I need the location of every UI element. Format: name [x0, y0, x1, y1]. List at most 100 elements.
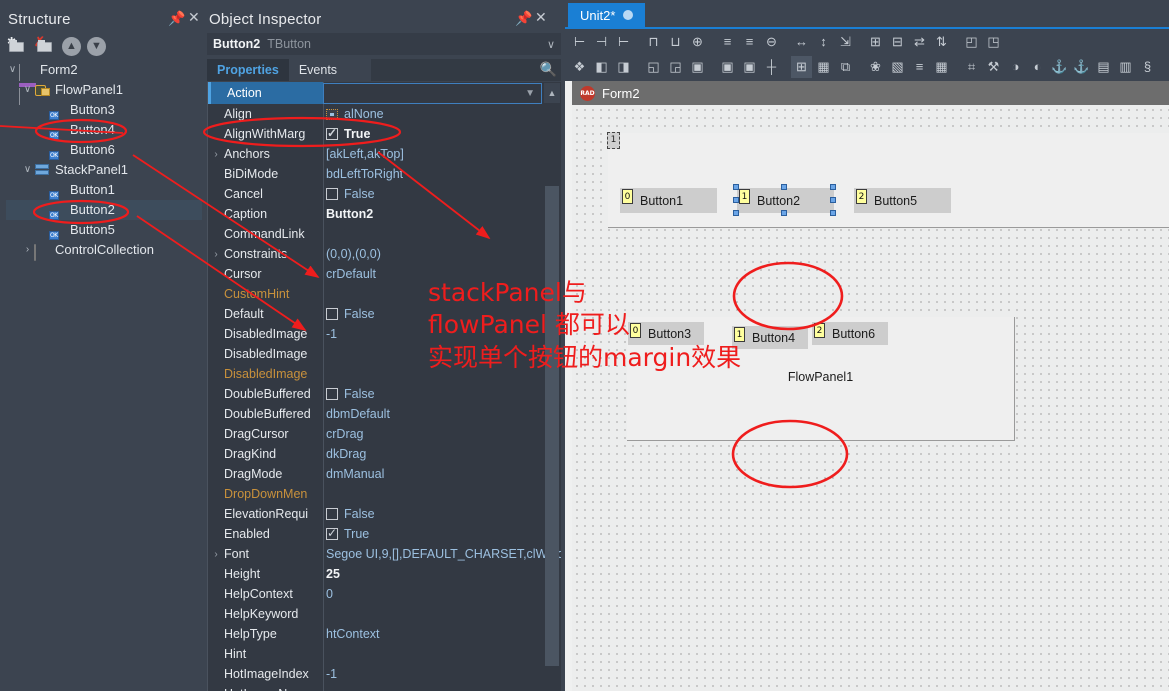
- center-vert-icon[interactable]: ▣: [739, 56, 760, 78]
- designer-button-Button3[interactable]: 0 Button3: [628, 322, 704, 345]
- property-value[interactable]: alNone: [324, 107, 561, 121]
- property-row-font[interactable]: ›FontSegoe UI,9,[],DEFAULT_CHARSET,clWin…: [208, 544, 561, 564]
- size-width-icon[interactable]: ↔: [791, 31, 812, 53]
- delete-item-button[interactable]: ✗: [34, 36, 56, 56]
- align-center-icon[interactable]: ⊢: [613, 31, 634, 53]
- tab-properties[interactable]: Properties: [207, 59, 289, 81]
- property-grid[interactable]: Action ▼ ▲ AlignalNoneAlignWithMargTrue›…: [207, 82, 561, 691]
- close-icon[interactable]: ✕: [535, 10, 547, 24]
- action-combobox[interactable]: ▼: [323, 83, 542, 104]
- checkbox-unchecked-icon[interactable]: [326, 188, 338, 200]
- property-value[interactable]: crDrag: [324, 427, 561, 441]
- checkbox-unchecked-icon[interactable]: [326, 388, 338, 400]
- tree-item-button2[interactable]: OKButton2: [6, 200, 202, 220]
- property-row-helptype[interactable]: HelpTypehtContext: [208, 624, 561, 644]
- designer-button-Button4[interactable]: 1 Button4: [732, 326, 808, 349]
- property-value[interactable]: dbmDefault: [324, 407, 561, 421]
- property-row-align[interactable]: AlignalNone: [208, 104, 561, 124]
- structure-tree[interactable]: ∨Form2∨FlowPanel1OKButton3OKButton4OKBut…: [6, 60, 202, 240]
- property-row-helpcontext[interactable]: HelpContext0: [208, 584, 561, 604]
- scale-icon[interactable]: ⇲: [835, 31, 856, 53]
- tree-item-button3[interactable]: OKButton3: [6, 100, 202, 120]
- new-item-button[interactable]: ✱: [6, 36, 28, 56]
- center-window-icon[interactable]: ⊖: [761, 31, 782, 53]
- inspector-search[interactable]: 🔍: [371, 59, 561, 81]
- chevron-icon[interactable]: ∨: [21, 160, 34, 180]
- search-input[interactable]: [371, 59, 561, 81]
- tree-item-button5[interactable]: OKButton5: [6, 220, 202, 240]
- property-value[interactable]: dkDrag: [324, 447, 561, 461]
- send-to-back-icon[interactable]: ◳: [983, 31, 1004, 53]
- tab-order-icon[interactable]: ⊞: [865, 31, 886, 53]
- move-up-button[interactable]: ▲: [62, 37, 81, 56]
- resize-handle[interactable]: [733, 210, 739, 216]
- designer-button-Button5[interactable]: 2 Button5: [854, 188, 951, 213]
- property-value[interactable]: [akLeft,akTop]: [324, 147, 561, 161]
- checkbox-checked-icon[interactable]: [326, 128, 338, 140]
- property-row-doublebuffered[interactable]: DoubleBuffereddbmDefault: [208, 404, 561, 424]
- property-value[interactable]: htContext: [324, 627, 561, 641]
- creation-order-icon[interactable]: ⊟: [887, 31, 908, 53]
- align-left-icon[interactable]: ⊢: [569, 31, 590, 53]
- expand-chevron-icon[interactable]: ›: [208, 249, 224, 260]
- object-selector[interactable]: Button2 TButton ∨: [207, 33, 561, 55]
- property-row-cursor[interactable]: CursorcrDefault: [208, 264, 561, 284]
- align-middles-icon[interactable]: ⊕: [687, 31, 708, 53]
- property-row-disabledimage[interactable]: DisabledImage: [208, 344, 561, 364]
- grid-scroll-up-button[interactable]: ▲: [544, 83, 560, 103]
- stackpanel1[interactable]: 1 0 Button1 1 Button2: [608, 133, 1169, 228]
- move-down-button[interactable]: ▼: [87, 37, 106, 56]
- layout-icon[interactable]: ≡: [909, 56, 930, 78]
- checkbox-unchecked-icon[interactable]: [326, 508, 338, 520]
- property-row-anchors[interactable]: ›Anchors[akLeft,akTop]: [208, 144, 561, 164]
- property-value[interactable]: False: [324, 387, 561, 401]
- snap-to-grid-icon[interactable]: ◨: [613, 56, 634, 78]
- designer-button-Button1[interactable]: 0 Button1: [620, 188, 717, 213]
- units-icon[interactable]: §: [1137, 56, 1158, 78]
- bring-to-front-icon[interactable]: ◰: [961, 31, 982, 53]
- designer-button-Button6[interactable]: 2 Button6: [812, 322, 888, 345]
- property-row-helpkeyword[interactable]: HelpKeyword: [208, 604, 561, 624]
- checkbox-unchecked-icon[interactable]: [326, 308, 338, 320]
- dock-top-icon[interactable]: ⚓: [1049, 56, 1070, 78]
- resize-handle[interactable]: [830, 210, 836, 216]
- form-designer[interactable]: RAD Form2 1 0 Button1 1 Button2: [565, 81, 1169, 691]
- tree-item-form2[interactable]: ∨Form2: [6, 60, 202, 80]
- selection-icon[interactable]: ▧: [887, 56, 908, 78]
- property-row-constraints[interactable]: ›Constraints(0,0),(0,0): [208, 244, 561, 264]
- property-row-cancel[interactable]: CancelFalse: [208, 184, 561, 204]
- property-row-bidimode[interactable]: BiDiModebdLeftToRight: [208, 164, 561, 184]
- new-form-icon[interactable]: ▥: [1115, 56, 1136, 78]
- property-row-default[interactable]: DefaultFalse: [208, 304, 561, 324]
- new-component-icon[interactable]: ⚒: [983, 56, 1004, 78]
- anchor-dock-icon[interactable]: ◑: [1005, 56, 1026, 78]
- resize-handle[interactable]: [733, 197, 739, 203]
- resize-handle[interactable]: [830, 197, 836, 203]
- property-value[interactable]: False: [324, 307, 561, 321]
- designer-button-Button2[interactable]: 1 Button2: [737, 188, 834, 213]
- property-row-disabledimage[interactable]: DisabledImage-1: [208, 324, 561, 344]
- property-value[interactable]: 0: [324, 587, 561, 601]
- bring-front-icon[interactable]: ◱: [643, 56, 664, 78]
- property-value[interactable]: bdLeftToRight: [324, 167, 561, 181]
- property-row-height[interactable]: Height25: [208, 564, 561, 584]
- form-titlebar[interactable]: RAD Form2: [572, 81, 1169, 105]
- property-row-dropdownmen[interactable]: DropDownMen: [208, 484, 561, 504]
- chevron-icon[interactable]: ∨: [21, 80, 34, 100]
- property-value[interactable]: False: [324, 187, 561, 201]
- align-tops-icon[interactable]: ⊓: [643, 31, 664, 53]
- space-equally-vert-icon[interactable]: ≡: [739, 31, 760, 53]
- property-row-doublebuffered[interactable]: DoubleBufferedFalse: [208, 384, 561, 404]
- tab-events[interactable]: Events: [289, 59, 347, 81]
- property-row-elevationrequi[interactable]: ElevationRequiFalse: [208, 504, 561, 524]
- tab-unit2[interactable]: Unit2*: [568, 3, 645, 27]
- tab-order2-icon[interactable]: ⌗: [961, 56, 982, 78]
- property-row-disabledimage[interactable]: DisabledImage: [208, 364, 561, 384]
- pin-icon[interactable]: 📌: [168, 11, 185, 25]
- property-row-dragkind[interactable]: DragKinddkDrag: [208, 444, 561, 464]
- anchor-icon[interactable]: ⚓: [1071, 56, 1092, 78]
- property-value[interactable]: Segoe UI,9,[],DEFAULT_CHARSET,clWindow: [324, 547, 561, 561]
- align-bottoms-icon[interactable]: ⊔: [665, 31, 686, 53]
- lock-controls-icon[interactable]: ⊞: [791, 56, 812, 78]
- dock-left-icon[interactable]: ◐: [1027, 56, 1048, 78]
